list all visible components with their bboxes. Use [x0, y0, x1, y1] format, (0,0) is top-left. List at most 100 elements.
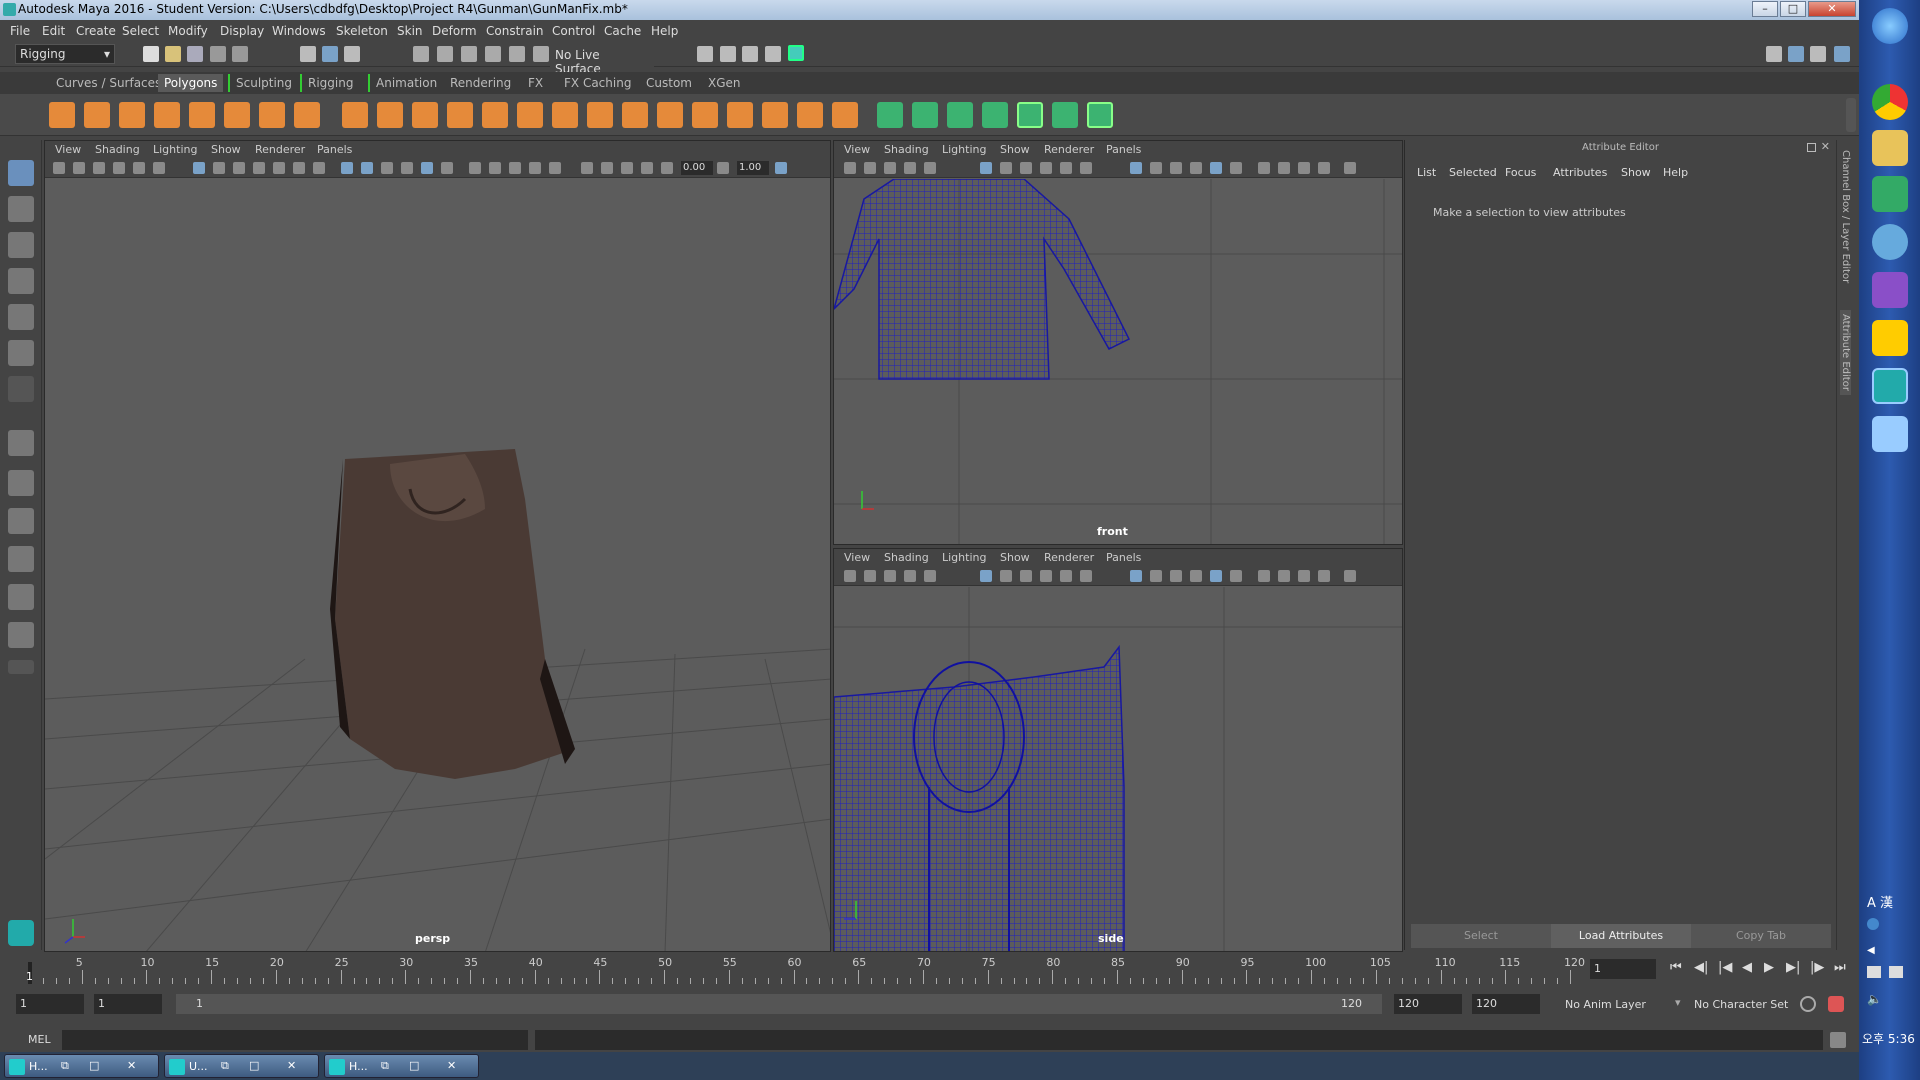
maximize-icon[interactable]: □: [249, 1059, 259, 1072]
tab-curves-surfaces[interactable]: Curves / Surfaces: [50, 74, 167, 92]
uv-cut-sew-icon[interactable]: [1087, 102, 1113, 128]
side-safe-action-icon[interactable]: [1080, 570, 1092, 582]
persp-menu-lighting[interactable]: Lighting: [153, 143, 197, 156]
side-menu-panels[interactable]: Panels: [1106, 551, 1141, 564]
front-smooth-shade-icon[interactable]: [1150, 162, 1162, 174]
front-ao-icon[interactable]: [1278, 162, 1290, 174]
tab-custom[interactable]: Custom: [640, 74, 698, 92]
layout-more-icon[interactable]: [8, 660, 34, 674]
close-panel-icon[interactable]: ✕: [1821, 140, 1830, 153]
side-motion-blur-icon[interactable]: [1298, 570, 1310, 582]
select-component-icon[interactable]: [344, 46, 360, 62]
persp-menu-shading[interactable]: Shading: [95, 143, 140, 156]
anim-layer-chevron-down-icon[interactable]: ▾: [1675, 996, 1681, 1009]
go-to-end-icon[interactable]: ⏭: [1834, 960, 1846, 975]
uv-spherical-icon[interactable]: [947, 102, 973, 128]
attr-menu-selected[interactable]: Selected: [1449, 166, 1497, 179]
select-object-icon[interactable]: [322, 46, 338, 62]
append-polygon-icon[interactable]: [587, 102, 613, 128]
image-plane-icon[interactable]: [113, 162, 125, 174]
menu-constrain[interactable]: Constrain: [486, 24, 544, 38]
attr-menu-attributes[interactable]: Attributes: [1553, 166, 1607, 179]
outliner-toggle-icon[interactable]: [1810, 46, 1826, 62]
camera-icon[interactable]: [53, 162, 65, 174]
side-wireframe-icon[interactable]: [1130, 570, 1142, 582]
auto-key-icon[interactable]: [1800, 996, 1816, 1012]
menu-display[interactable]: Display: [220, 24, 264, 38]
front-camera-attributes-icon[interactable]: [864, 162, 876, 174]
menu-deform[interactable]: Deform: [432, 24, 477, 38]
front-xray-icon[interactable]: [1190, 162, 1202, 174]
select-button[interactable]: Select: [1411, 924, 1551, 948]
side-bookmark-icon[interactable]: [884, 570, 896, 582]
front-camera-icon[interactable]: [844, 162, 856, 174]
front-menu-shading[interactable]: Shading: [884, 143, 929, 156]
insert-edge-loop-icon[interactable]: [657, 102, 683, 128]
lasso-tool-icon[interactable]: [8, 196, 34, 222]
front-aa-icon[interactable]: [1318, 162, 1330, 174]
playback-end-field[interactable]: 120: [1394, 994, 1462, 1014]
maximize-icon[interactable]: □: [89, 1059, 99, 1072]
side-menu-lighting[interactable]: Lighting: [942, 551, 986, 564]
flag-icon[interactable]: [1867, 966, 1881, 978]
visual-studio-icon[interactable]: [1872, 272, 1908, 308]
close-icon[interactable]: ✕: [447, 1059, 456, 1072]
windows-start-icon[interactable]: [1872, 8, 1908, 44]
menu-cache[interactable]: Cache: [604, 24, 641, 38]
wireframe-icon[interactable]: [341, 162, 353, 174]
go-to-start-icon[interactable]: ⏮: [1670, 960, 1682, 975]
monitor-icon[interactable]: [1872, 176, 1908, 212]
side-image-plane-icon[interactable]: [904, 570, 916, 582]
snap-grid-icon[interactable]: [413, 46, 429, 62]
tab-fx-caching[interactable]: FX Caching: [558, 74, 637, 92]
fill-hole-icon[interactable]: [727, 102, 753, 128]
tab-animation[interactable]: Animation: [368, 74, 443, 92]
select-tool-icon[interactable]: [8, 160, 34, 186]
script-editor-icon[interactable]: [1830, 1032, 1846, 1048]
restore-icon[interactable]: ⧉: [381, 1059, 389, 1073]
clock[interactable]: 오후 5:36: [1862, 1030, 1915, 1047]
volume-icon[interactable]: 🔈: [1867, 992, 1882, 1006]
exposure-field[interactable]: 0.00: [681, 161, 713, 175]
front-menu-renderer[interactable]: Renderer: [1044, 143, 1094, 156]
restore-icon[interactable]: ⧉: [221, 1059, 229, 1073]
side-film-gate-icon[interactable]: [1000, 570, 1012, 582]
side-aa-icon[interactable]: [1318, 570, 1330, 582]
side-menu-renderer[interactable]: Renderer: [1044, 551, 1094, 564]
side-grid-icon[interactable]: [980, 570, 992, 582]
float-panel-icon[interactable]: [1807, 143, 1816, 152]
notepad-icon[interactable]: [1872, 416, 1908, 452]
close-icon[interactable]: ✕: [287, 1059, 296, 1072]
viewport-side[interactable]: View Shading Lighting Show Renderer Pane…: [833, 548, 1403, 952]
poly-cube-icon[interactable]: [84, 102, 110, 128]
2d-pan-zoom-icon[interactable]: [133, 162, 145, 174]
side-pan-zoom-icon[interactable]: [924, 570, 936, 582]
attr-menu-focus[interactable]: Focus: [1505, 166, 1536, 179]
wireframe-on-shaded-icon[interactable]: [381, 162, 393, 174]
front-motion-blur-icon[interactable]: [1298, 162, 1310, 174]
gate-mask-icon[interactable]: [253, 162, 265, 174]
four-view-layout-icon[interactable]: [8, 470, 34, 496]
tab-channel-box[interactable]: Channel Box / Layer Editor: [1840, 150, 1851, 283]
persp-view-area[interactable]: persp: [45, 179, 830, 951]
poly-cone-icon[interactable]: [154, 102, 180, 128]
side-smooth-shade-icon[interactable]: [1150, 570, 1162, 582]
side-camera-icon[interactable]: [844, 570, 856, 582]
ambient-occlusion-icon[interactable]: [489, 162, 501, 174]
front-film-gate-icon[interactable]: [1000, 162, 1012, 174]
motion-blur-icon[interactable]: [509, 162, 521, 174]
render-settings-icon[interactable]: [742, 46, 758, 62]
last-tool-icon[interactable]: [8, 376, 34, 402]
maximize-button[interactable]: □: [1780, 1, 1806, 17]
animation-preferences-icon[interactable]: [1828, 996, 1844, 1012]
play-forwards-icon[interactable]: ▶: [1764, 960, 1774, 975]
animation-start-field[interactable]: 1: [16, 994, 84, 1014]
uv-automatic-icon[interactable]: [982, 102, 1008, 128]
explorer-icon[interactable]: [1872, 130, 1908, 166]
tab-rendering[interactable]: Rendering: [444, 74, 517, 92]
xray-joints-icon[interactable]: [601, 162, 613, 174]
side-view-area[interactable]: side: [834, 587, 1402, 951]
help-icon[interactable]: [1867, 918, 1879, 930]
play-backwards-icon[interactable]: ◀: [1742, 960, 1752, 975]
resolution-gate-icon[interactable]: [233, 162, 245, 174]
